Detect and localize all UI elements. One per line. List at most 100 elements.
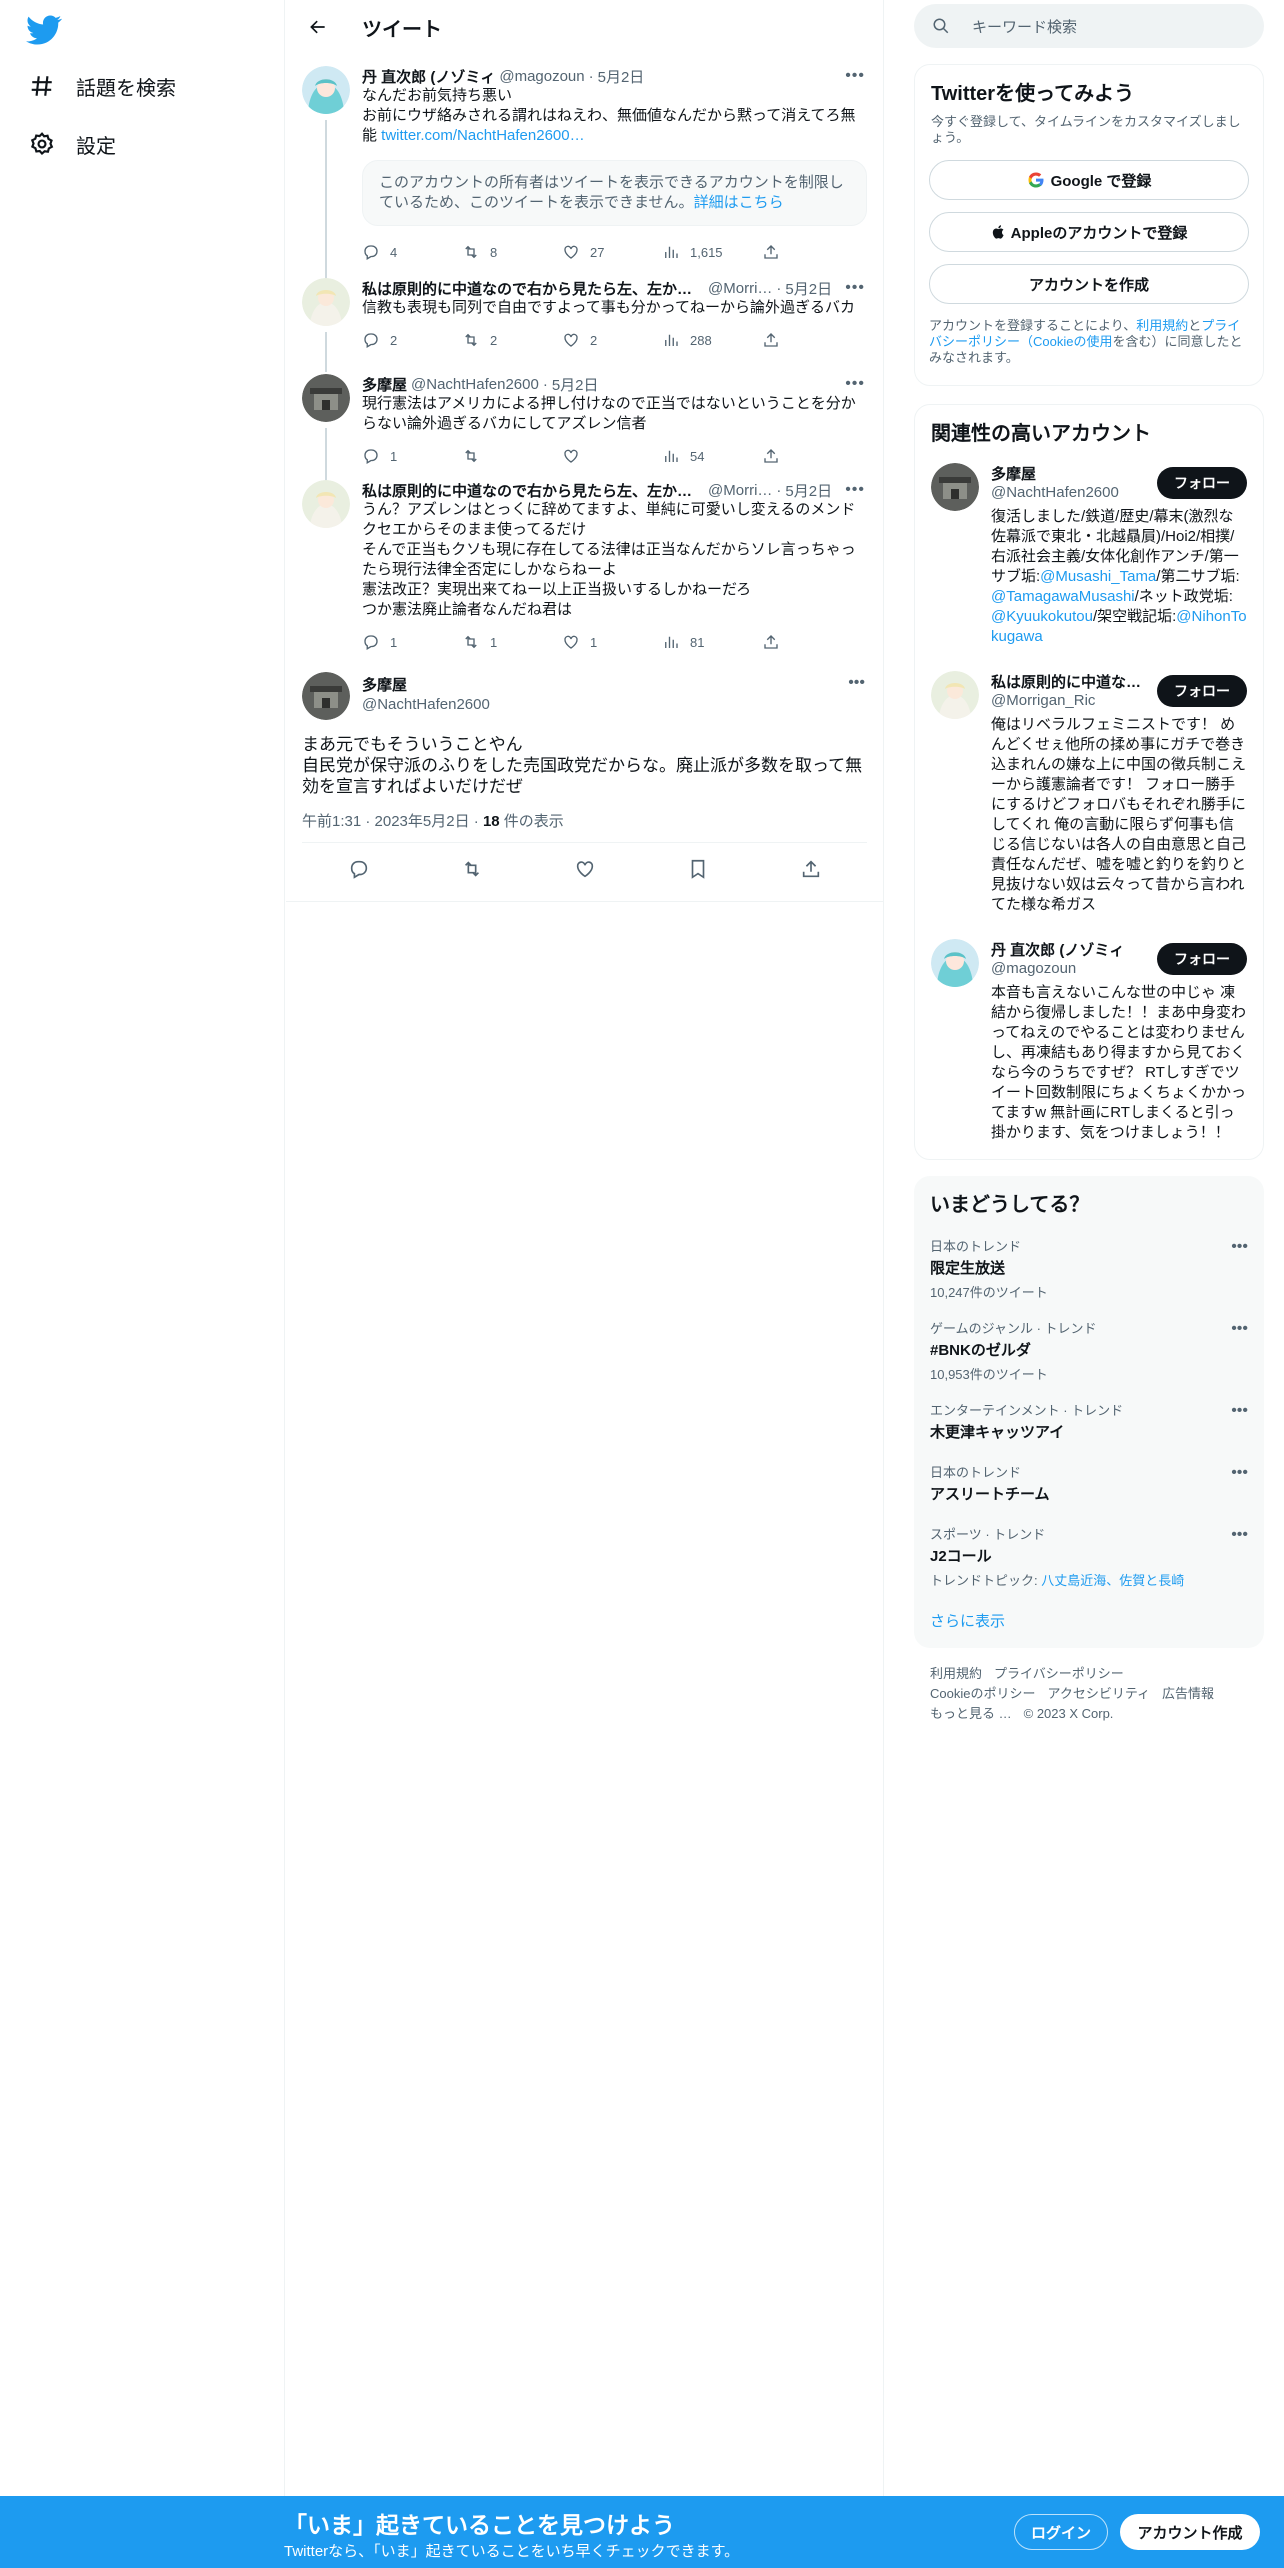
views-button[interactable]: 1,615 [662, 243, 762, 261]
trend-item[interactable]: 日本のトレンド アスリートチーム ••• [930, 1462, 1248, 1504]
like-button[interactable] [562, 447, 662, 465]
author-name[interactable]: 多摩屋 [362, 674, 407, 695]
related-account[interactable]: 私は原則的に中道な… @Morrigan_Ric 俺はリベラルフェミニストです！… [931, 671, 1247, 921]
bookmark-icon[interactable] [687, 858, 709, 880]
tweet-link[interactable]: twitter.com/NachtHafen2600… [381, 127, 584, 144]
views-button[interactable]: 288 [662, 331, 762, 349]
trend-item[interactable]: スポーツ · トレンド J2コール トレンドトピック: 八丈島近海、佐賀と長崎 … [930, 1524, 1248, 1589]
retweet-icon[interactable] [461, 858, 483, 880]
footer-link[interactable]: もっと見る … [930, 1706, 1012, 1721]
reply-button[interactable]: 2 [362, 331, 462, 349]
more-icon[interactable]: ••• [1231, 1238, 1248, 1256]
signup-button[interactable]: アカウント作成 [1120, 2514, 1260, 2550]
tweet-date[interactable]: 5月2日 [785, 480, 832, 500]
avatar[interactable] [931, 463, 979, 511]
learn-more-link[interactable]: 詳細はこちら [694, 194, 784, 211]
avatar[interactable] [302, 480, 350, 528]
more-icon[interactable]: ••• [848, 674, 865, 692]
reply-button[interactable]: 4 [362, 243, 462, 261]
related-account[interactable]: 丹 直次郎 (ノゾミィ @magozoun 本音も言えないこんな世の中じゃ 凍結… [931, 939, 1247, 1149]
login-button[interactable]: ログイン [1014, 2514, 1108, 2550]
share-button[interactable] [762, 447, 790, 465]
reply-button[interactable]: 1 [362, 447, 462, 465]
trend-item[interactable]: ゲームのジャンル · トレンド #BNKのゼルダ 10,953件のツイート ••… [930, 1318, 1248, 1383]
avatar[interactable] [302, 66, 350, 114]
bio-link[interactable]: @TamagawaMusashi [991, 588, 1135, 605]
tweet-date[interactable]: 5月2日 [552, 374, 599, 394]
tweet-date[interactable]: 5月2日 [785, 278, 832, 298]
like-button[interactable]: 27 [562, 243, 662, 261]
trend-topic-link[interactable]: 八丈島近海、佐賀と長崎 [1041, 1573, 1184, 1588]
show-more-link[interactable]: さらに表示 [930, 1610, 1005, 1631]
retweet-button[interactable]: 8 [462, 243, 562, 261]
account-name[interactable]: 多摩屋 [991, 463, 1141, 484]
views-button[interactable]: 81 [662, 633, 762, 651]
twitter-bird-icon[interactable] [26, 12, 66, 48]
heart-icon[interactable] [574, 858, 596, 880]
tweet[interactable]: 多摩屋 @NachtHafen2600 · 5月2日 ••• 現行憲法はアメリカ… [286, 360, 883, 488]
terms-link[interactable]: 利用規約 [1136, 318, 1188, 333]
avatar[interactable] [302, 672, 350, 720]
nav-item-explore[interactable]: 話題を検索 [28, 66, 176, 106]
author-handle[interactable]: @NachtHafen2600 [411, 376, 539, 393]
tweet-date[interactable]: 5月2日 [598, 66, 645, 86]
more-icon[interactable]: ••• [1231, 1402, 1248, 1420]
account-name[interactable]: 私は原則的に中道な… [991, 671, 1141, 692]
footer-link[interactable]: 利用規約 [930, 1666, 982, 1681]
follow-button[interactable]: フォロー [1157, 943, 1247, 975]
bio-link[interactable]: @Kyuukokutou [991, 608, 1093, 625]
trend-item[interactable]: エンターテインメント · トレンド 木更津キャッツアイ ••• [930, 1400, 1248, 1442]
avatar[interactable] [302, 374, 350, 422]
author-name[interactable]: 私は原則的に中道なので右から見たら左、左か… [362, 278, 692, 298]
retweet-button[interactable]: 2 [462, 331, 562, 349]
footer-link[interactable]: プライバシーポリシー [994, 1666, 1124, 1681]
reply-button[interactable]: 1 [362, 633, 462, 651]
apple-signup-button[interactable]: Appleのアカウントで登録 [929, 212, 1249, 252]
nav-item-settings[interactable]: 設定 [28, 124, 116, 164]
tweet-time[interactable]: 午前1:31 · 2023年5月2日 [302, 813, 470, 830]
more-icon[interactable]: ••• [845, 67, 865, 85]
trend-item[interactable]: 日本のトレンド 限定生放送 10,247件のツイート ••• [930, 1236, 1248, 1301]
related-account[interactable]: 多摩屋 @NachtHafen2600 復活しました/鉄道/歴史/幕末(激烈な佐… [931, 463, 1247, 653]
more-icon[interactable]: ••• [845, 481, 865, 499]
retweet-button[interactable]: 1 [462, 633, 562, 651]
footer-link[interactable]: 広告情報 [1162, 1686, 1214, 1701]
back-arrow-icon[interactable] [300, 9, 336, 45]
search-input[interactable]: キーワード検索 [914, 4, 1264, 48]
author-handle[interactable]: @Morri… [708, 482, 772, 499]
author-name[interactable]: 丹 直次郎 (ノゾミィ [362, 66, 495, 86]
avatar[interactable] [302, 278, 350, 326]
follow-button[interactable]: フォロー [1157, 675, 1247, 707]
author-handle[interactable]: @Morri… [708, 280, 772, 297]
tweet[interactable]: 私は原則的に中道なので右から見たら左、左か… @Morri… · 5月2日 ••… [286, 264, 883, 372]
more-icon[interactable]: ••• [845, 279, 865, 297]
author-name[interactable]: 私は原則的に中道なので右から見たら左、左か… [362, 480, 692, 500]
share-button[interactable] [762, 331, 790, 349]
author-handle[interactable]: @NachtHafen2600 [362, 696, 490, 713]
like-button[interactable]: 2 [562, 331, 662, 349]
author-name[interactable]: 多摩屋 [362, 374, 407, 394]
google-signup-button[interactable]: Google で登録 [929, 160, 1249, 200]
more-icon[interactable]: ••• [1231, 1464, 1248, 1482]
reply-icon[interactable] [348, 858, 370, 880]
more-icon[interactable]: ••• [845, 375, 865, 393]
more-icon[interactable]: ••• [1231, 1320, 1248, 1338]
more-icon[interactable]: ••• [1231, 1526, 1248, 1544]
like-button[interactable]: 1 [562, 633, 662, 651]
avatar[interactable] [931, 939, 979, 987]
create-account-button[interactable]: アカウントを作成 [929, 264, 1249, 304]
share-button[interactable] [762, 633, 790, 651]
tweet[interactable]: 私は原則的に中道なので右から見たら左、左か… @Morri… · 5月2日 ••… [286, 476, 883, 672]
retweet-button[interactable] [462, 447, 562, 465]
tweet[interactable]: 丹 直次郎 (ノゾミィ @magozoun · 5月2日 ••• なんだお前気持… [286, 54, 883, 280]
bio-link[interactable]: @Musashi_Tama [1040, 568, 1156, 585]
footer-link[interactable]: アクセシビリティ [1047, 1686, 1150, 1701]
views-button[interactable]: 54 [662, 447, 762, 465]
share-button[interactable] [762, 243, 790, 261]
author-handle[interactable]: @magozoun [499, 68, 584, 85]
account-name[interactable]: 丹 直次郎 (ノゾミィ [991, 939, 1141, 960]
avatar[interactable] [931, 671, 979, 719]
follow-button[interactable]: フォロー [1157, 467, 1247, 499]
footer-link[interactable]: Cookieのポリシー [930, 1686, 1035, 1701]
share-icon[interactable] [800, 858, 822, 880]
